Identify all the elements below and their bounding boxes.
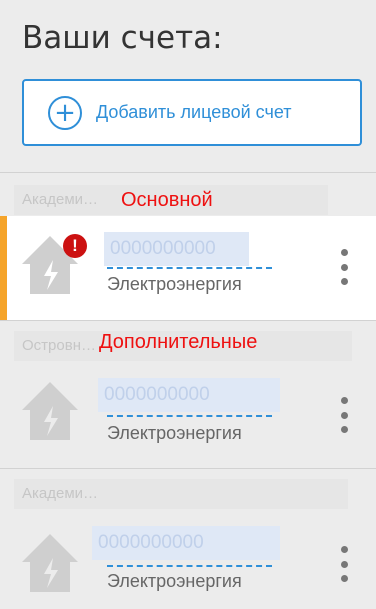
more-options-icon[interactable] [337, 546, 351, 582]
account-number[interactable]: 0000000000 [104, 232, 249, 266]
add-account-label: Добавить лицевой счет [96, 102, 292, 122]
divider [0, 172, 376, 173]
page-title: Ваши счета: [22, 20, 223, 56]
section-label-additional: Дополнительные [99, 331, 258, 353]
house-lightning-icon [22, 534, 78, 592]
more-options-icon[interactable] [337, 249, 351, 285]
account-address: Академи… [14, 479, 348, 509]
divider [0, 320, 376, 321]
plus-circle-icon: + [48, 95, 82, 130]
add-account-button[interactable]: + Добавить лицевой счет [22, 79, 362, 146]
divider [0, 468, 376, 469]
alert-icon: ! [63, 234, 87, 258]
service-name: Электроэнергия [107, 274, 242, 294]
account-number[interactable]: 0000000000 [92, 526, 280, 560]
section-label-primary: Основной [121, 189, 213, 211]
account-number-underline [107, 415, 272, 417]
account-number-underline [107, 267, 272, 269]
house-lightning-icon [22, 382, 78, 440]
service-name: Электроэнергия [107, 571, 242, 591]
account-number-underline [107, 565, 272, 567]
primary-marker [0, 216, 7, 320]
more-options-icon[interactable] [337, 397, 351, 433]
account-number[interactable]: 0000000000 [98, 378, 280, 412]
service-name: Электроэнергия [107, 423, 242, 443]
